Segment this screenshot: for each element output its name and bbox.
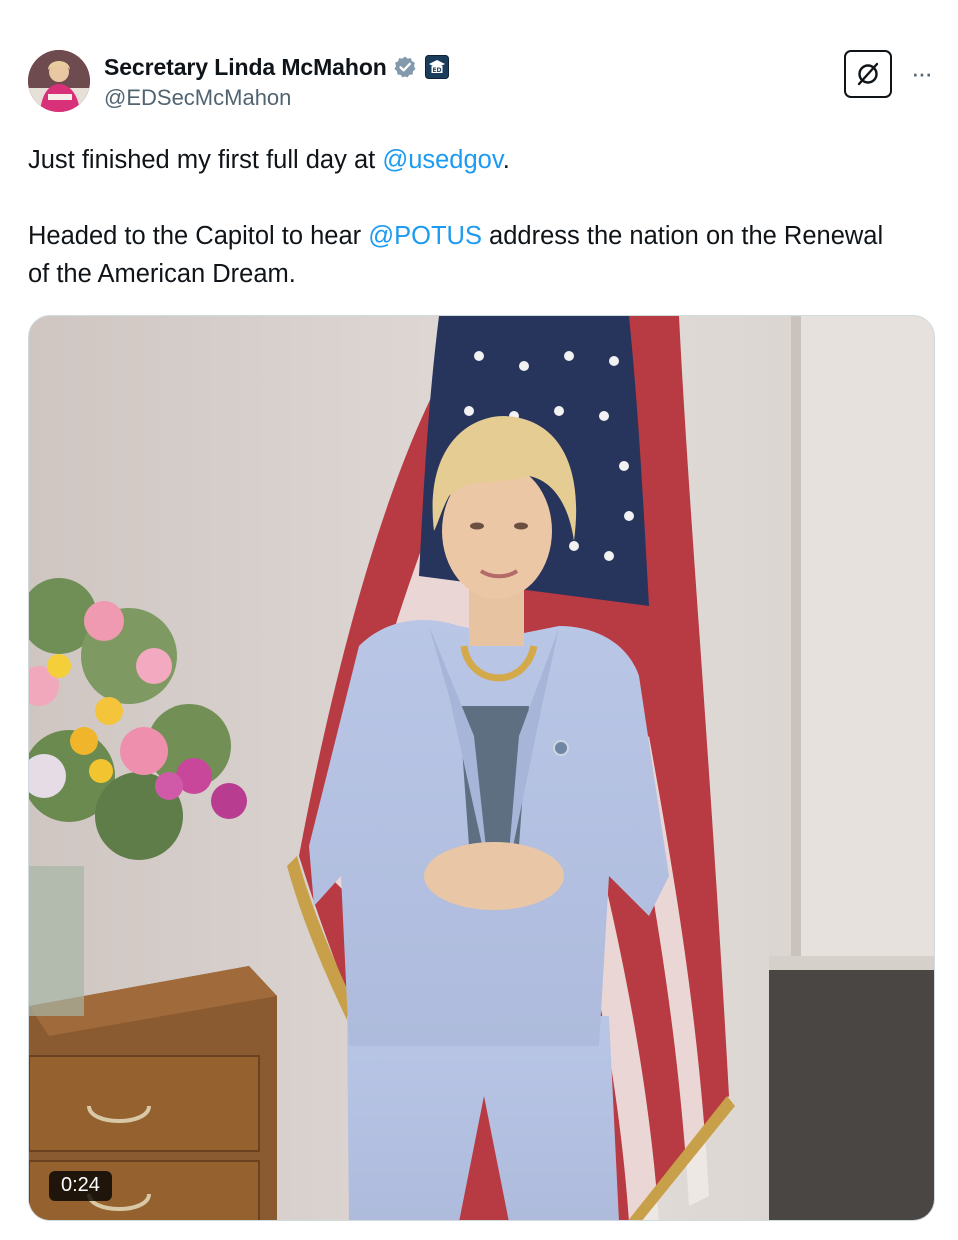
tweet-card: Secretary Linda McMahon ED @EDSecMcMahon…: [0, 0, 958, 1240]
svg-text:ED: ED: [432, 67, 441, 74]
mention-usedgov[interactable]: @usedgov: [382, 146, 502, 174]
author-display-name[interactable]: Secretary Linda McMahon: [104, 54, 387, 81]
video-duration: 0:24: [49, 1171, 112, 1201]
post-line-1-prefix: Just finished my first full day at: [28, 146, 383, 174]
post-line-2-prefix: Headed to the Capitol to hear: [28, 222, 369, 250]
grok-button[interactable]: [844, 50, 892, 98]
video-thumbnail: [29, 316, 934, 1220]
post-line-1: Just finished my first full day at @used…: [28, 141, 908, 179]
author-handle[interactable]: @EDSecMcMahon: [104, 85, 291, 111]
post-line-2: Headed to the Capitol to hear @POTUS add…: [28, 217, 908, 293]
education-department-icon[interactable]: ED: [424, 55, 449, 79]
video-player[interactable]: 0:24: [28, 315, 935, 1221]
grok-icon: [857, 62, 879, 86]
avatar[interactable]: [28, 50, 90, 112]
author-name-row: Secretary Linda McMahon ED: [104, 52, 449, 82]
mention-potus[interactable]: @POTUS: [368, 222, 482, 250]
verified-badge-icon[interactable]: [393, 55, 417, 79]
more-options-button[interactable]: ···: [904, 58, 938, 88]
post-text: Just finished my first full day at @used…: [28, 141, 908, 293]
post-line-1-suffix: .: [502, 146, 510, 174]
